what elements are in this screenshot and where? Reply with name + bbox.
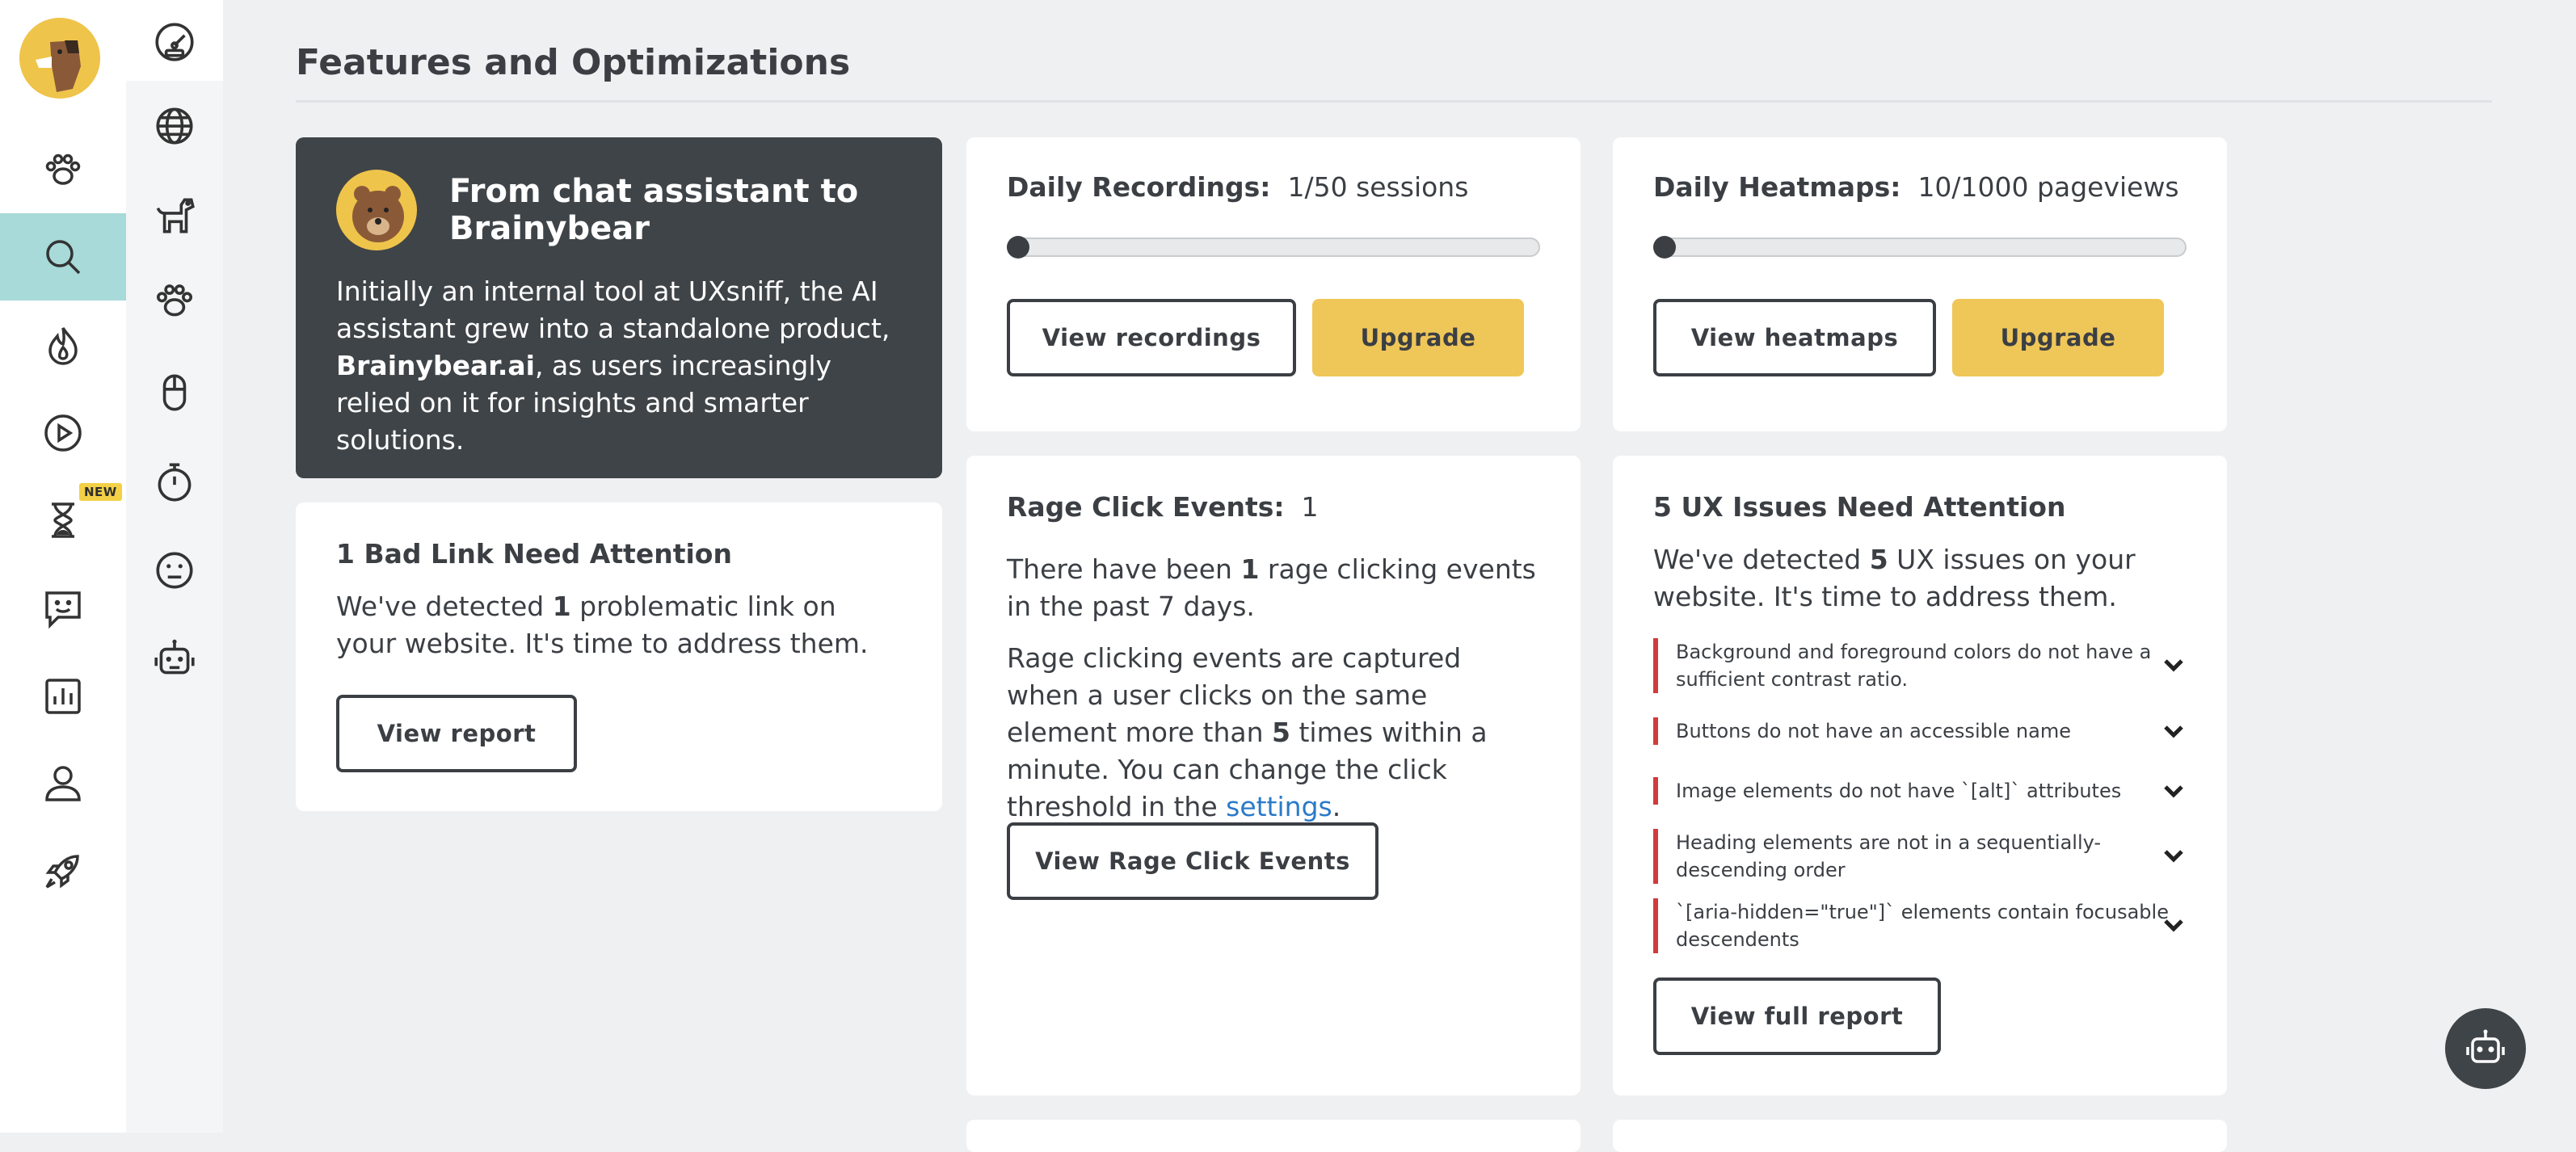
settings-link[interactable]: settings <box>1226 791 1332 822</box>
dog-icon <box>156 198 195 233</box>
recordings-progress-fill <box>1007 236 1029 259</box>
brainybear-promo-card: From chat assistant to Brainybear Initia… <box>296 137 942 478</box>
dashboard-icon <box>155 23 194 61</box>
globe-icon <box>156 107 193 145</box>
ux-text-part: We've detected <box>1653 544 1870 575</box>
subnav-globe[interactable] <box>126 86 223 166</box>
paw-icon <box>156 284 193 317</box>
heatmaps-usage: Daily Heatmaps: 10/1000 pageviews <box>1653 171 2179 203</box>
chat-icon <box>45 591 81 629</box>
next-card-partial <box>1613 1120 2227 1152</box>
fire-icon <box>48 327 78 365</box>
subnav-mouse[interactable] <box>126 352 223 433</box>
subnav-dashboard[interactable] <box>126 0 223 81</box>
bear-avatar <box>336 170 417 250</box>
chevron-down-icon[interactable] <box>2159 651 2188 680</box>
recordings-usage: Daily Recordings: 1/50 sessions <box>1007 171 1468 203</box>
view-report-button[interactable]: View report <box>336 695 577 772</box>
subnav-survey[interactable] <box>126 530 223 611</box>
nav-recordings[interactable] <box>0 389 126 477</box>
view-heatmaps-button[interactable]: View heatmaps <box>1653 299 1936 376</box>
heatmaps-progress-fill <box>1653 236 1676 259</box>
new-badge: NEW <box>79 483 122 501</box>
rage-click-explanation: Rage clicking events are captured when a… <box>1007 640 1540 826</box>
rocket-icon <box>45 855 79 889</box>
chevron-down-icon[interactable] <box>2159 777 2188 806</box>
ux-issue-item[interactable]: Buttons do not have an accessible name <box>1653 717 2187 745</box>
ux-issues-text: We've detected 5 UX issues on your websi… <box>1653 541 2203 616</box>
heatmaps-progress <box>1653 236 2187 259</box>
robot-icon <box>154 639 195 675</box>
rage-threshold: 5 <box>1272 717 1290 748</box>
view-rage-click-events-button[interactable]: View Rage Click Events <box>1007 822 1378 900</box>
heatmaps-value: 10/1000 pageviews <box>1917 171 2179 203</box>
ux-issues-count: 5 <box>1869 544 1888 575</box>
view-recordings-button[interactable]: View recordings <box>1007 299 1296 376</box>
promo-brand: Brainybear.ai <box>336 350 535 381</box>
title-divider <box>296 100 2492 103</box>
subnav-timer[interactable] <box>126 441 223 522</box>
paw-icon <box>45 153 81 185</box>
bad-link-card: 1 Bad Link Need Attention We've detected… <box>296 502 942 811</box>
daily-heatmaps-card: Daily Heatmaps: 10/1000 pageviews View h… <box>1613 137 2227 431</box>
subnav-ai[interactable] <box>126 619 223 700</box>
mouse-icon <box>162 374 187 411</box>
recordings-value: 1/50 sessions <box>1287 171 1469 203</box>
ux-issue-item[interactable]: `[aria-hidden="true"]` elements contain … <box>1653 898 2187 953</box>
robot-icon <box>2466 1029 2505 1063</box>
upgrade-heatmaps-button[interactable]: Upgrade <box>1952 299 2164 376</box>
bad-link-text-part: We've detected <box>336 591 553 622</box>
nav-feedback[interactable] <box>0 565 126 653</box>
ux-issue-item[interactable]: Background and foreground colors do not … <box>1653 638 2187 693</box>
chevron-down-icon[interactable] <box>2159 911 2188 940</box>
rage-click-summary: Rage Click Events: 1 <box>1007 491 1319 523</box>
promo-title: From chat assistant to Brainybear <box>449 173 859 247</box>
heatmaps-label: Daily Heatmaps: <box>1653 171 1901 203</box>
page-title: Features and Optimizations <box>296 42 851 83</box>
rage-click-description: There have been 1 rage clicking events i… <box>1007 551 1540 625</box>
rage-click-label: Rage Click Events: <box>1007 491 1285 523</box>
subnav-paw[interactable] <box>126 260 223 341</box>
promo-text: Initially an internal tool at UXsniff, t… <box>336 273 910 459</box>
user-icon <box>45 766 81 801</box>
bar-chart-icon <box>45 679 81 714</box>
view-full-report-button[interactable]: View full report <box>1653 978 1941 1055</box>
app-logo[interactable] <box>19 18 100 99</box>
nav-analytics[interactable] <box>0 653 126 740</box>
ux-issues-title: 5 UX Issues Need Attention <box>1653 491 2066 523</box>
ux-issues-card: 5 UX Issues Need Attention We've detecte… <box>1613 456 2227 1095</box>
hourglass-icon <box>52 502 74 538</box>
rage-text-part: There have been <box>1007 553 1241 585</box>
bad-link-title: 1 Bad Link Need Attention <box>336 538 732 570</box>
rage-click-card: Rage Click Events: 1 There have been 1 r… <box>966 456 1581 1095</box>
promo-text-part: Initially an internal tool at UXsniff, t… <box>336 275 890 344</box>
chatbot-launcher[interactable] <box>2445 1008 2526 1089</box>
recordings-label: Daily Recordings: <box>1007 171 1271 203</box>
bad-link-count: 1 <box>552 591 571 622</box>
subnav-dog[interactable] <box>126 174 223 255</box>
nav-search[interactable] <box>0 213 126 301</box>
next-card-partial <box>966 1120 1581 1152</box>
nav-account[interactable] <box>0 740 126 827</box>
recordings-progress <box>1007 236 1540 259</box>
play-icon <box>44 414 82 452</box>
upgrade-recordings-button[interactable]: Upgrade <box>1312 299 1524 376</box>
ux-issue-item[interactable]: Heading elements are not in a sequential… <box>1653 829 2187 884</box>
nav-heatmap[interactable] <box>0 302 126 389</box>
search-icon <box>46 240 81 275</box>
rage-count: 1 <box>1240 553 1260 585</box>
rage-text-part: . <box>1332 791 1341 822</box>
chevron-down-icon[interactable] <box>2159 842 2188 871</box>
daily-recordings-card: Daily Recordings: 1/50 sessions View rec… <box>966 137 1581 431</box>
stopwatch-icon <box>158 463 192 502</box>
rage-click-value: 1 <box>1301 491 1319 523</box>
ux-issue-item[interactable]: Image elements do not have `[alt]` attri… <box>1653 777 2187 805</box>
nav-paw[interactable] <box>0 126 126 213</box>
nav-launch[interactable] <box>0 827 126 914</box>
face-icon <box>156 552 193 589</box>
chevron-down-icon[interactable] <box>2159 717 2188 746</box>
bad-link-text: We've detected 1 problematic link on you… <box>336 588 902 662</box>
